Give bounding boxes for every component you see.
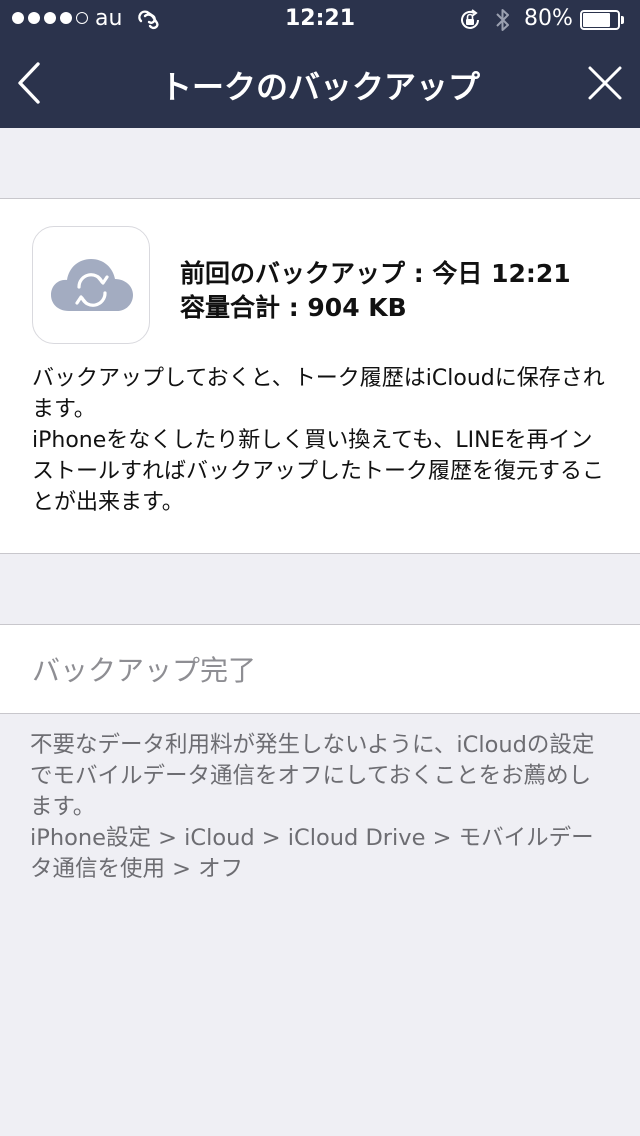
bluetooth-icon bbox=[494, 6, 512, 40]
last-backup-time: 前回のバックアップ : 今日 12:21 bbox=[180, 259, 571, 288]
battery-tip bbox=[621, 16, 624, 24]
backup-info-card: 前回のバックアップ : 今日 12:21 容量合計 : 904 KB バックアッ… bbox=[0, 198, 640, 554]
total-backup-size: 容量合計 : 904 KB bbox=[180, 293, 407, 322]
footer-note: 不要なデータ利用料が発生しないように、iCloudの設定でモバイルデータ通信をオ… bbox=[30, 730, 610, 885]
backup-complete-label: バックアップ完了 bbox=[32, 654, 257, 687]
close-icon bbox=[588, 66, 622, 100]
close-button[interactable] bbox=[584, 62, 626, 104]
status-bar: au 12:21 80% bbox=[0, 0, 640, 40]
page-title: トークのバックアップ bbox=[159, 68, 480, 106]
cloud-sync-icon bbox=[32, 226, 150, 344]
battery-level bbox=[583, 13, 610, 27]
navigation-header: au 12:21 80% トークのバックアップ bbox=[0, 0, 640, 128]
rotation-lock-icon bbox=[458, 8, 482, 38]
note-paragraph: 不要なデータ利用料が発生しないように、iCloudの設定でモバイルデータ通信をオ… bbox=[30, 732, 595, 820]
battery-percent: 80% bbox=[524, 6, 573, 31]
backup-description: バックアップしておくと、トーク履歴はiCloudに保存されます。 iPhoneを… bbox=[32, 363, 608, 518]
note-path: iPhone設定 > iCloud > iCloud Drive > モバイルデ… bbox=[30, 825, 594, 882]
backup-status-card: バックアップ完了 bbox=[0, 624, 640, 714]
description-paragraph: iPhoneをなくしたり新しく買い換えても、LINEを再インストールすればバック… bbox=[32, 428, 605, 515]
battery-icon bbox=[580, 10, 624, 30]
description-paragraph: バックアップしておくと、トーク履歴はiCloudに保存されます。 bbox=[32, 366, 605, 422]
